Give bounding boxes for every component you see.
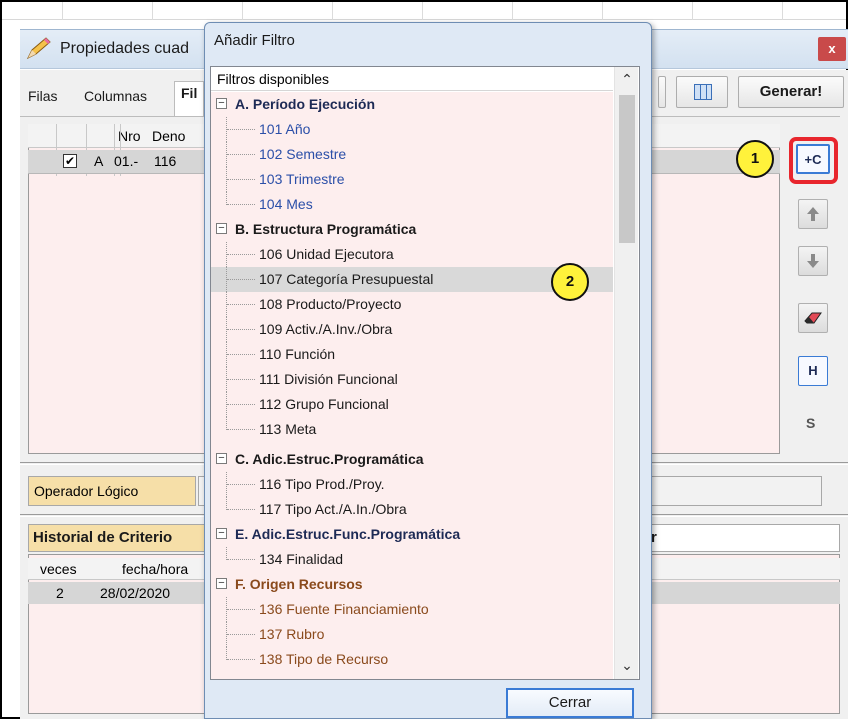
spreadsheet-grid-strip (2, 2, 846, 20)
move-down-button[interactable] (798, 246, 828, 276)
arrow-down-icon (807, 254, 819, 268)
tree-item[interactable]: 111 División Funcional (211, 367, 613, 392)
list-header: Filtros disponibles (211, 67, 613, 91)
tree-item[interactable]: 136 Fuente Financiamiento (211, 597, 613, 622)
generate-button[interactable]: Generar! (738, 76, 844, 108)
vertical-scrollbar[interactable]: ⌃ ⌄ (614, 67, 638, 679)
tree-item-label: 116 Tipo Prod./Proy. (259, 476, 385, 492)
tree-item-label: 136 Fuente Financiamiento (259, 601, 429, 617)
table-icon (694, 84, 712, 100)
column-header-fecha[interactable]: fecha/hora (122, 561, 188, 577)
group-e[interactable]: − E. Adic.Estruc.Func.Programática (211, 522, 613, 547)
row-deno: 116 (154, 153, 177, 169)
tree-item[interactable]: 103 Trimestre (211, 167, 613, 192)
tree-item-label: 106 Unidad Ejecutora (259, 246, 394, 262)
tree-item[interactable]: 101 Año (211, 117, 613, 142)
step-marker-2: 2 (551, 263, 589, 301)
add-criteria-button[interactable]: +C (796, 144, 830, 174)
tree-item[interactable]: 137 Rubro (211, 622, 613, 647)
tab-filas[interactable]: Filas (28, 88, 58, 104)
close-icon[interactable]: x (818, 37, 846, 61)
tree-item-label: 103 Trimestre (259, 171, 345, 187)
row-nro: 01.- (114, 153, 139, 169)
row-checkbox[interactable]: ✔ (63, 154, 77, 168)
tree-item-label: 113 Meta (259, 421, 317, 437)
row-flag: A (94, 153, 104, 169)
group-label: F. Origen Recursos (235, 576, 363, 592)
tree-item-label: 107 Categoría Presupuestal (259, 271, 434, 287)
tree-item-label: 137 Rubro (259, 626, 325, 642)
dialog-title: Añadir Filtro (214, 32, 295, 49)
group-b[interactable]: − B. Estructura Programática (211, 217, 613, 242)
properties-window-title: Propiedades cuad (60, 40, 189, 57)
close-button[interactable]: Cerrar (506, 688, 634, 718)
group-a[interactable]: − A. Período Ejecución (211, 92, 613, 117)
tree-item[interactable]: 138 Tipo de Recurso (211, 647, 613, 672)
arrow-up-icon (807, 207, 819, 221)
history-veces: 2 (56, 585, 64, 601)
column-header-nro[interactable]: Nro (118, 128, 141, 144)
collapse-icon[interactable]: − (216, 578, 227, 589)
history-label: Historial de Criterio (28, 524, 228, 552)
group-label: B. Estructura Programática (235, 221, 417, 237)
tree-item[interactable]: 104 Mes (211, 192, 613, 217)
tab-filtros[interactable]: Fil (174, 81, 205, 117)
group-f[interactable]: − F. Origen Recursos (211, 572, 613, 597)
tree-item-label: 108 Producto/Proyecto (259, 296, 402, 312)
pencil-icon (26, 37, 51, 60)
toolbar-button[interactable] (658, 76, 666, 108)
group-label: C. Adic.Estruc.Programática (235, 451, 424, 467)
collapse-icon[interactable]: − (216, 98, 227, 109)
column-header-veces[interactable]: veces (40, 561, 77, 577)
eraser-icon (804, 312, 822, 324)
logical-operator-label: Operador Lógico (28, 476, 196, 506)
tree-item[interactable]: 108 Producto/Proyecto (211, 292, 613, 317)
group-c[interactable]: − C. Adic.Estruc.Programática (211, 447, 613, 472)
move-up-button[interactable] (798, 199, 828, 229)
tree-item-label: 134 Finalidad (259, 551, 344, 567)
grid-view-button[interactable] (676, 76, 728, 108)
tree-item-label: 138 Tipo de Recurso (259, 651, 389, 667)
tree-item-label: 112 Grupo Funcional (259, 396, 389, 412)
group-label: E. Adic.Estruc.Func.Programática (235, 526, 461, 542)
collapse-icon[interactable]: − (216, 223, 227, 234)
step-marker-1: 1 (736, 140, 774, 178)
chevron-down-icon[interactable]: ⌄ (615, 653, 639, 677)
tree-item-label: 110 Función (259, 346, 336, 362)
s-label: S (806, 415, 816, 431)
tree-item[interactable]: 102 Semestre (211, 142, 613, 167)
group-label: A. Período Ejecución (235, 96, 376, 112)
tree-item[interactable]: 110 Función (211, 342, 613, 367)
eraser-button[interactable] (798, 303, 828, 333)
tree-item[interactable]: 117 Tipo Act./A.In./Obra (211, 497, 613, 522)
tree-item[interactable]: 113 Meta (211, 417, 613, 442)
tab-columnas[interactable]: Columnas (84, 88, 147, 104)
tree-item-label: 102 Semestre (259, 146, 347, 162)
column-header-deno[interactable]: Deno (152, 128, 185, 144)
tree-item[interactable]: 112 Grupo Funcional (211, 392, 613, 417)
tree-item[interactable]: 116 Tipo Prod./Proy. (211, 472, 613, 497)
history-fecha: 28/02/2020 (100, 585, 171, 601)
collapse-icon[interactable]: − (216, 528, 227, 539)
h-button[interactable]: H (798, 356, 828, 386)
scrollbar-thumb[interactable] (619, 95, 635, 243)
tree-item-label: 111 División Funcional (259, 371, 398, 387)
filter-tree: − A. Período Ejecución 101 Año 102 Semes… (211, 92, 613, 679)
tree-item-label: 109 Activ./A.Inv./Obra (259, 321, 393, 337)
tree-item-label: 104 Mes (259, 196, 313, 212)
chevron-up-icon[interactable]: ⌃ (615, 67, 639, 91)
tree-item-label: 101 Año (259, 121, 311, 137)
history-right-label: r (648, 524, 840, 552)
collapse-icon[interactable]: − (216, 453, 227, 464)
tree-item[interactable]: 134 Finalidad (211, 547, 613, 572)
tree-item[interactable]: 106 Unidad Ejecutora (211, 242, 613, 267)
tree-item-label: 117 Tipo Act./A.In./Obra (259, 501, 407, 517)
tree-item[interactable]: 109 Activ./A.Inv./Obra (211, 317, 613, 342)
